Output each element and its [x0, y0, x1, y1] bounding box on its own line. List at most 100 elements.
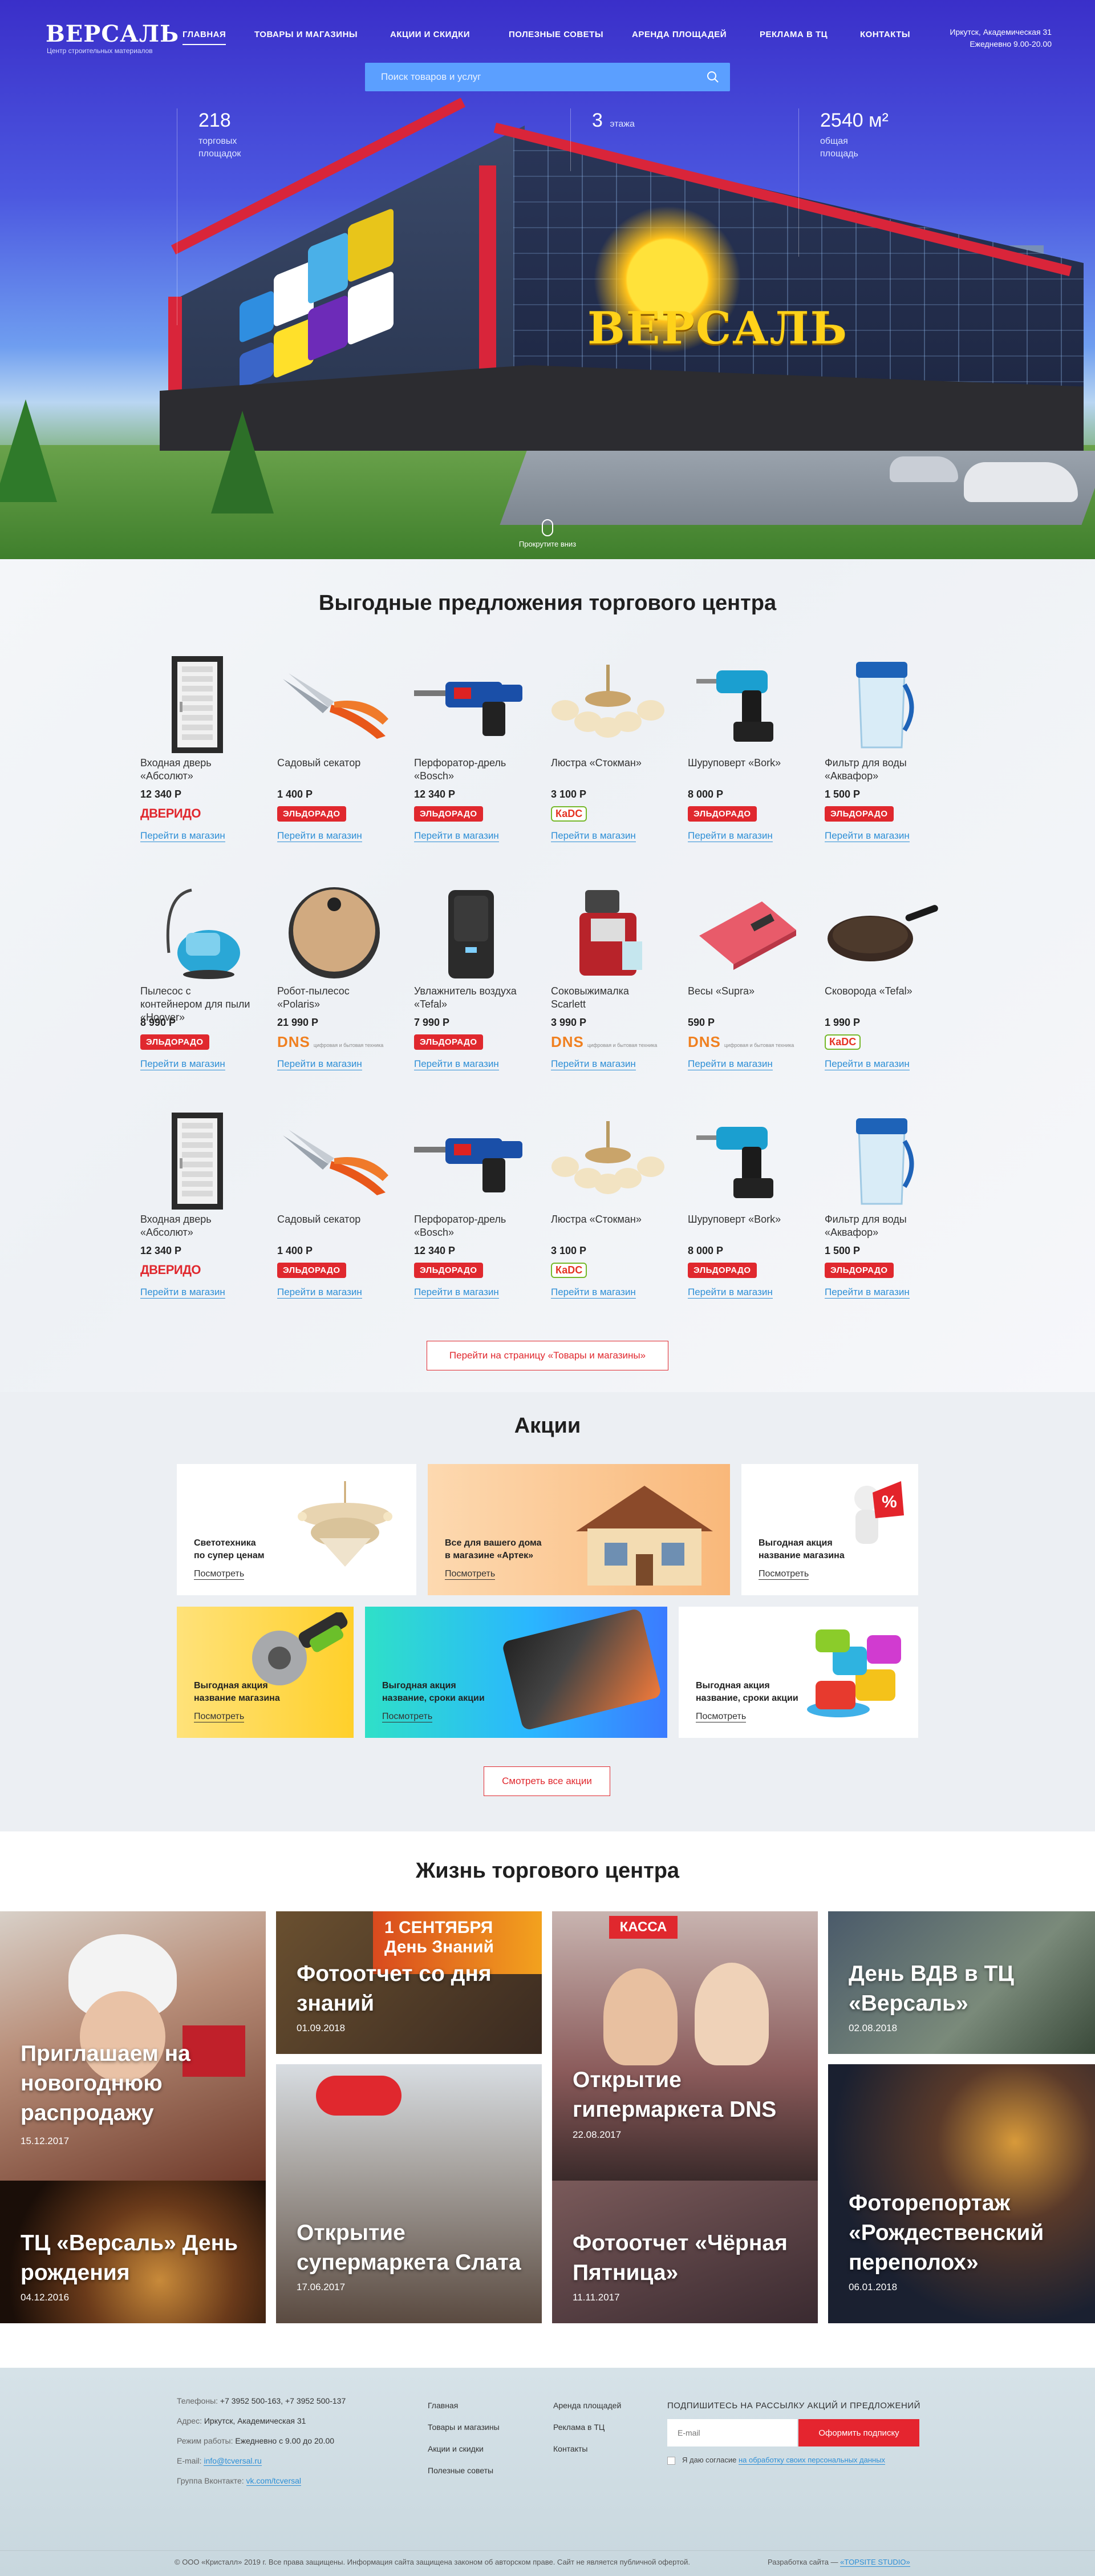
store-logo-eldorado: ЭЛЬДОРАДО	[277, 806, 346, 822]
footer-menu-item[interactable]: Полезные советы	[428, 2466, 493, 2475]
go-to-store-link[interactable]: Перейти в магазин	[140, 830, 225, 842]
nav-tips[interactable]: ПОЛЕЗНЫЕ СОВЕТЫ	[509, 30, 603, 39]
developer-link[interactable]: «TOPSITE STUDIO»	[840, 2558, 910, 2567]
go-to-store-link[interactable]: Перейти в магазин	[551, 830, 636, 842]
go-to-store-link[interactable]: Перейти в магазин	[688, 1287, 773, 1299]
product-image[interactable]	[551, 656, 665, 753]
promo-look-link[interactable]: Посмотреть	[696, 1712, 747, 1722]
all-goods-button[interactable]: Перейти на страницу «Товары и магазины»	[427, 1341, 668, 1370]
nav-goods-stores[interactable]: ТОВАРЫ И МАГАЗИНЫ	[254, 30, 358, 39]
search-icon	[707, 71, 719, 83]
store-logo-eldorado: ЭЛЬДОРАДО	[825, 806, 894, 822]
go-to-store-link[interactable]: Перейти в магазин	[414, 1287, 499, 1299]
footer-menu-item[interactable]: Реклама в ТЦ	[553, 2423, 605, 2432]
go-to-store-link[interactable]: Перейти в магазин	[277, 1058, 362, 1070]
footer-menu-item[interactable]: Аренда площадей	[553, 2401, 621, 2410]
news-tile[interactable]: ТЦ «Версаль» День рождения 04.12.2016	[0, 2181, 266, 2323]
promo-look-link[interactable]: Посмотреть	[194, 1712, 245, 1722]
product-image[interactable]	[277, 884, 391, 981]
footer-menu-item[interactable]: Акции и скидки	[428, 2444, 484, 2453]
promo-card[interactable]: Все для вашего дома в магазине «Артек» По…	[428, 1464, 730, 1595]
footer-menu-item[interactable]: Главная	[428, 2401, 458, 2410]
product-image[interactable]	[414, 884, 528, 981]
go-to-store-link[interactable]: Перейти в магазин	[414, 830, 499, 842]
nav-ads[interactable]: РЕКЛАМА В ТЦ	[760, 30, 828, 39]
subscribe-button[interactable]: Оформить подписку	[798, 2419, 919, 2446]
nav-home[interactable]: ГЛАВНАЯ	[182, 30, 226, 45]
product-card: Садовый секатор 1 400 Р ЭЛЬДОРАДО Перейти в…	[277, 656, 391, 842]
product-image[interactable]	[825, 1113, 939, 1210]
go-to-store-link[interactable]: Перейти в магазин	[825, 1287, 910, 1299]
promo-card[interactable]: Выгодная акция название магазина Посмотре…	[177, 1607, 354, 1738]
product-image[interactable]	[414, 656, 528, 753]
go-to-store-link[interactable]: Перейти в магазин	[277, 830, 362, 842]
news-tile[interactable]: 1 СЕНТЯБРЯ День Знаний Фотоотчет со дня …	[276, 1911, 542, 2054]
news-tile[interactable]: Фоторепортаж «Рождественский переполох» …	[828, 2064, 1095, 2323]
all-promos-button[interactable]: Смотреть все акции	[484, 1766, 610, 1796]
search-button[interactable]	[696, 63, 730, 91]
product-image[interactable]	[277, 1113, 391, 1210]
product-image[interactable]	[551, 884, 665, 981]
promo-look-link[interactable]: Посмотреть	[759, 1569, 809, 1580]
news-tile[interactable]: КАССА Открытие гипермаркета DNS 22.08.20…	[552, 1911, 818, 2181]
footer-menu-item[interactable]: Контакты	[553, 2444, 587, 2453]
product-image[interactable]	[688, 1113, 802, 1210]
subscribe-email-input[interactable]	[667, 2419, 797, 2446]
product-image[interactable]	[825, 656, 939, 753]
cups-icon	[807, 1629, 901, 1717]
go-to-store-link[interactable]: Перейти в магазин	[688, 1058, 773, 1070]
promo-card[interactable]: Выгодная акция название, сроки акции Посм…	[679, 1607, 918, 1738]
promo-look-link[interactable]: Посмотреть	[382, 1712, 433, 1722]
news-tile[interactable]: Фотоотчет «Чёрная Пятница» 11.11.2017	[552, 2181, 818, 2323]
promo-card[interactable]: Светотехника по супер ценам Посмотреть	[177, 1464, 416, 1595]
product-card: Перфоратор-дрель «Bosch» 12 340 Р ЭЛЬДОРАД…	[414, 656, 528, 842]
go-to-store-link[interactable]: Перейти в магазин	[551, 1287, 636, 1299]
promo-card[interactable]: Выгодная акция название, сроки акции Посм…	[365, 1607, 667, 1738]
product-image[interactable]	[140, 656, 254, 753]
product-card: Люстра «Стокман» 3 100 Р КаDС Перейти в маг…	[551, 1113, 665, 1299]
product-image[interactable]	[277, 656, 391, 753]
consent-link[interactable]: на обработку своих персональных данных	[738, 2456, 886, 2465]
promo-card-title: Все для вашего дома в магазине «Артек»	[445, 1537, 542, 1562]
footer-email-link[interactable]: info@tcversal.ru	[204, 2456, 262, 2466]
go-to-store-link[interactable]: Перейти в магазин	[277, 1287, 362, 1299]
product-image[interactable]	[688, 656, 802, 753]
product-store: ДВЕРИДО	[140, 1261, 254, 1279]
promo-title: Акции	[514, 1414, 581, 1438]
copyright: © ООО «Кристалл» 2019 г. Все права защищ…	[175, 2558, 691, 2566]
scroll-hint[interactable]: Прокрутите вниз	[513, 519, 582, 548]
go-to-store-link[interactable]: Перейти в магазин	[414, 1058, 499, 1070]
product-image[interactable]	[825, 884, 939, 981]
consent-checkbox[interactable]	[667, 2457, 675, 2465]
go-to-store-link[interactable]: Перейти в магазин	[825, 830, 910, 842]
product-image[interactable]	[140, 884, 254, 981]
news-tile[interactable]: Открытие супермаркета Слата 17.06.2017	[276, 2064, 542, 2323]
site-logo[interactable]: ВЕРСАЛЬ	[46, 21, 179, 47]
product-image[interactable]	[140, 1113, 254, 1210]
product-store: КаDС	[551, 1261, 665, 1279]
promo-card[interactable]: % Выгодная акция название магазина Посмот…	[741, 1464, 918, 1595]
news-tile[interactable]: Приглашаем на новогоднюю распродажу 15.1…	[0, 1911, 266, 2181]
go-to-store-link[interactable]: Перейти в магазин	[140, 1287, 225, 1299]
news-tile[interactable]: День ВДВ в ТЦ «Версаль» 02.08.2018	[828, 1911, 1095, 2054]
store-dns-sub: цифровая и бытовая техника	[313, 1042, 384, 1048]
store-logo-eldorado: ЭЛЬДОРАДО	[688, 1262, 757, 1278]
promo-look-link[interactable]: Посмотреть	[445, 1569, 496, 1580]
go-to-store-link[interactable]: Перейти в магазин	[825, 1058, 910, 1070]
promo-look-link[interactable]: Посмотреть	[194, 1569, 245, 1580]
product-image[interactable]	[551, 1113, 665, 1210]
product-image[interactable]	[688, 884, 802, 981]
go-to-store-link[interactable]: Перейти в магазин	[551, 1058, 636, 1070]
product-card: Робот-пылесос «Polaris» 21 990 Р DNS цифров…	[277, 884, 391, 1070]
search-input[interactable]	[365, 63, 696, 91]
go-to-store-link[interactable]: Перейти в магазин	[140, 1058, 225, 1070]
product-image[interactable]	[414, 1113, 528, 1210]
go-to-store-link[interactable]: Перейти в магазин	[688, 830, 773, 842]
footer-menu-item[interactable]: Товары и магазины	[428, 2423, 500, 2432]
nav-rent[interactable]: АРЕНДА ПЛОЩАДЕЙ	[632, 30, 727, 39]
footer-vk-link[interactable]: vk.com/tcversal	[246, 2476, 302, 2486]
product-name: Люстра «Стокман»	[551, 1214, 642, 1225]
nav-contacts[interactable]: КОНТАКТЫ	[860, 30, 910, 39]
product-price: 12 340 Р	[140, 788, 182, 800]
nav-promotions[interactable]: АКЦИИ И СКИДКИ	[390, 30, 470, 39]
